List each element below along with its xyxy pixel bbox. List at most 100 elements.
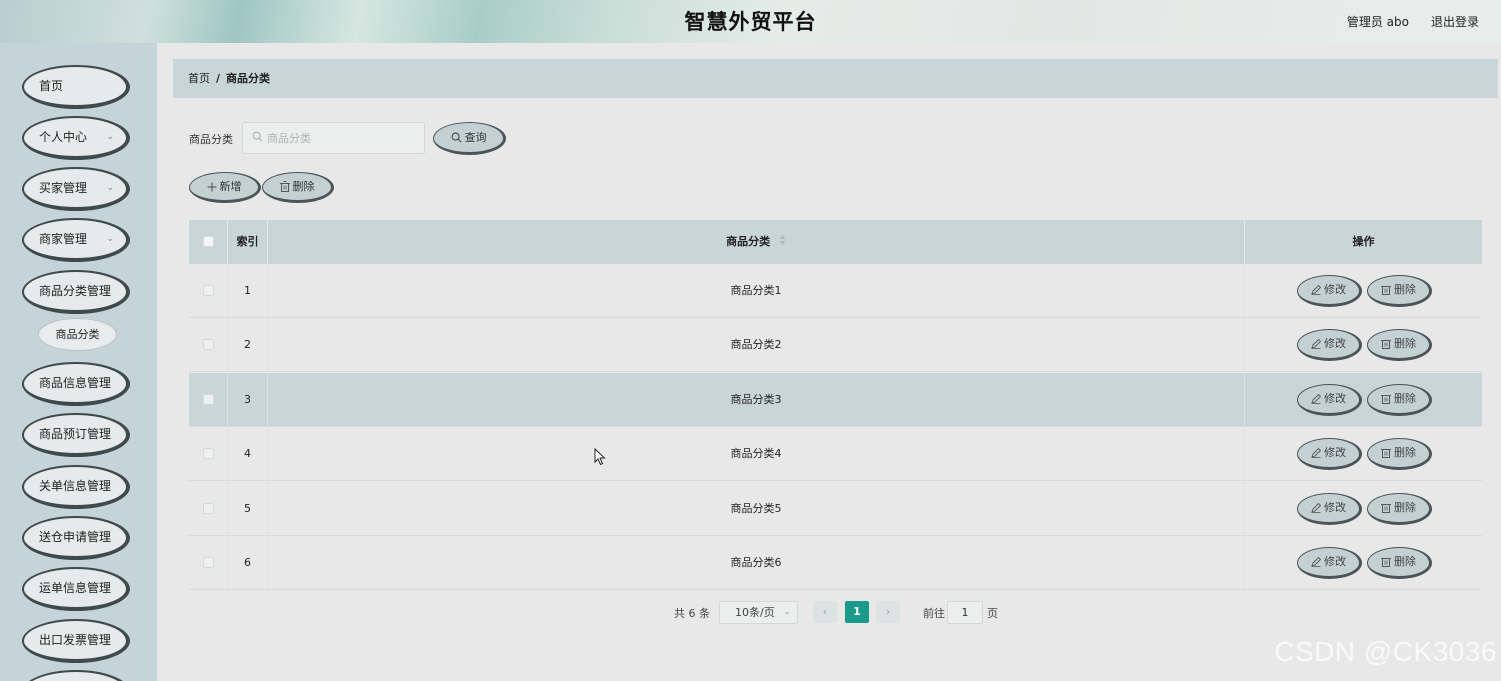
goto-page-input[interactable]: 1: [947, 601, 983, 624]
row-operations: 修改 删除: [1245, 373, 1482, 426]
search-input[interactable]: [267, 123, 417, 153]
delete-button[interactable]: 删除: [1367, 384, 1432, 416]
sidebar-item-personal-center[interactable]: 个人中心 ⌄: [22, 116, 130, 160]
breadcrumb: 首页 / 商品分类: [173, 59, 1498, 98]
trash-icon: [1381, 558, 1391, 567]
add-button[interactable]: 新增: [189, 172, 261, 203]
search-box[interactable]: [242, 122, 425, 154]
trash-icon: [279, 181, 290, 192]
delete-label: 删除: [1394, 501, 1416, 514]
sidebar-item-label: 商品信息管理: [39, 376, 112, 390]
watermark: CSDN @CK3036: [1274, 636, 1497, 667]
delete-label: 删除: [1394, 337, 1416, 350]
sidebar-item-product-info[interactable]: 商品信息管理: [22, 362, 130, 406]
table-row: 5 商品分类5 修改 删除: [189, 482, 1482, 536]
sidebar-item-category-management[interactable]: 商品分类管理: [22, 270, 130, 314]
sidebar-item-more[interactable]: [22, 670, 130, 681]
pencil-icon: [1311, 447, 1322, 458]
sidebar-item-buyer-management[interactable]: 买家管理 ⌄: [22, 167, 130, 211]
mouse-cursor-icon: [594, 448, 606, 466]
logout-link[interactable]: 退出登录: [1431, 13, 1479, 30]
search-icon: [252, 131, 263, 142]
row-checkbox[interactable]: [203, 503, 214, 514]
row-operations: 修改 删除: [1245, 482, 1482, 535]
current-user: 管理员 abo: [1346, 15, 1409, 29]
trash-icon: [1381, 395, 1391, 404]
batch-delete-label: 删除: [292, 180, 315, 193]
row-category: 商品分类4: [268, 427, 1245, 480]
page-number-current[interactable]: 1: [845, 601, 869, 623]
row-check-cell: [189, 264, 228, 317]
table-row: 4 商品分类4 修改 删除: [189, 427, 1482, 481]
sidebar-item-merchant-management[interactable]: 商家管理 ⌄: [22, 218, 130, 262]
row-check-cell: [189, 373, 228, 426]
row-checkbox[interactable]: [203, 285, 214, 296]
delete-label: 删除: [1394, 283, 1416, 296]
sidebar-item-home[interactable]: 首页: [22, 65, 130, 109]
row-index: 4: [228, 427, 268, 480]
sidebar-item-label: 首页: [39, 79, 64, 93]
delete-button[interactable]: 删除: [1367, 493, 1432, 525]
edit-button[interactable]: 修改: [1297, 493, 1362, 525]
sidebar-item-label: 出口发票管理: [39, 633, 112, 647]
delete-label: 删除: [1394, 392, 1416, 405]
sidebar-item-label: 个人中心: [39, 130, 88, 144]
sidebar: 首页 个人中心 ⌄ 买家管理 ⌄ 商家管理 ⌄ 商品分类管理 商品分类 商品信息管理 …: [0, 43, 157, 681]
row-checkbox[interactable]: [203, 339, 214, 350]
chevron-down-icon: ⌄: [106, 183, 114, 193]
edit-label: 修改: [1324, 446, 1346, 459]
header-operations: 操作: [1352, 235, 1375, 248]
breadcrumb-separator: /: [216, 72, 221, 85]
chevron-down-icon: ⌄: [106, 234, 114, 244]
header-index: 索引: [228, 220, 268, 264]
next-page-button[interactable]: ›: [876, 601, 900, 623]
edit-button[interactable]: 修改: [1297, 384, 1362, 416]
sort-icon[interactable]: [779, 235, 786, 245]
row-checkbox[interactable]: [203, 394, 214, 405]
delete-button[interactable]: 删除: [1367, 275, 1432, 307]
plus-icon: [207, 182, 216, 192]
header-category-cell[interactable]: 商品分类: [268, 220, 1245, 264]
sidebar-item-label: 商品预订管理: [39, 427, 112, 441]
row-index: 5: [228, 482, 268, 535]
sidebar-item-export-invoice[interactable]: 出口发票管理: [22, 619, 130, 663]
table-row: 6 商品分类6 修改 删除: [189, 536, 1482, 590]
edit-button[interactable]: 修改: [1297, 329, 1362, 361]
row-category: 商品分类6: [268, 536, 1245, 589]
query-button[interactable]: 查询: [433, 122, 506, 155]
sidebar-subitem-category[interactable]: 商品分类: [38, 318, 117, 351]
delete-button[interactable]: 删除: [1367, 438, 1432, 470]
sidebar-item-label: 关单信息管理: [39, 479, 112, 493]
page-size-select[interactable]: 10条/页 ⌄: [719, 601, 798, 624]
top-header: 智慧外贸平台 管理员 abo 退出登录: [0, 0, 1501, 43]
delete-button[interactable]: 删除: [1367, 547, 1432, 579]
edit-button[interactable]: 修改: [1297, 275, 1362, 307]
goto-label: 前往: [923, 607, 945, 620]
sidebar-item-customs-info[interactable]: 关单信息管理: [22, 465, 130, 509]
prev-page-button[interactable]: ‹: [813, 601, 837, 623]
sidebar-item-product-booking[interactable]: 商品预订管理: [22, 413, 130, 457]
page-size-value: 10条/页: [735, 606, 775, 619]
trash-icon: [1381, 340, 1391, 349]
row-index: 6: [228, 536, 268, 589]
row-checkbox[interactable]: [203, 448, 214, 459]
query-button-label: 查询: [464, 131, 487, 144]
row-operations: 修改 删除: [1245, 264, 1482, 317]
edit-button[interactable]: 修改: [1297, 547, 1362, 579]
delete-button[interactable]: 删除: [1367, 329, 1432, 361]
edit-label: 修改: [1324, 501, 1346, 514]
header-check-cell: [189, 220, 228, 264]
edit-button[interactable]: 修改: [1297, 438, 1362, 470]
batch-delete-button[interactable]: 删除: [262, 172, 334, 203]
breadcrumb-home[interactable]: 首页: [188, 72, 210, 85]
row-index: 3: [228, 373, 268, 426]
breadcrumb-current: 商品分类: [226, 72, 271, 85]
row-index: 1: [228, 264, 268, 317]
sidebar-item-warehouse-request[interactable]: 送仓申请管理: [22, 516, 130, 560]
row-checkbox[interactable]: [203, 557, 214, 568]
select-all-checkbox[interactable]: [203, 236, 214, 247]
sidebar-item-waybill-info[interactable]: 运单信息管理: [22, 567, 130, 611]
pencil-icon: [1311, 556, 1322, 567]
table-header: 索引 商品分类 操作: [189, 220, 1482, 264]
table-row: 3 商品分类3 修改 删除: [189, 373, 1482, 427]
